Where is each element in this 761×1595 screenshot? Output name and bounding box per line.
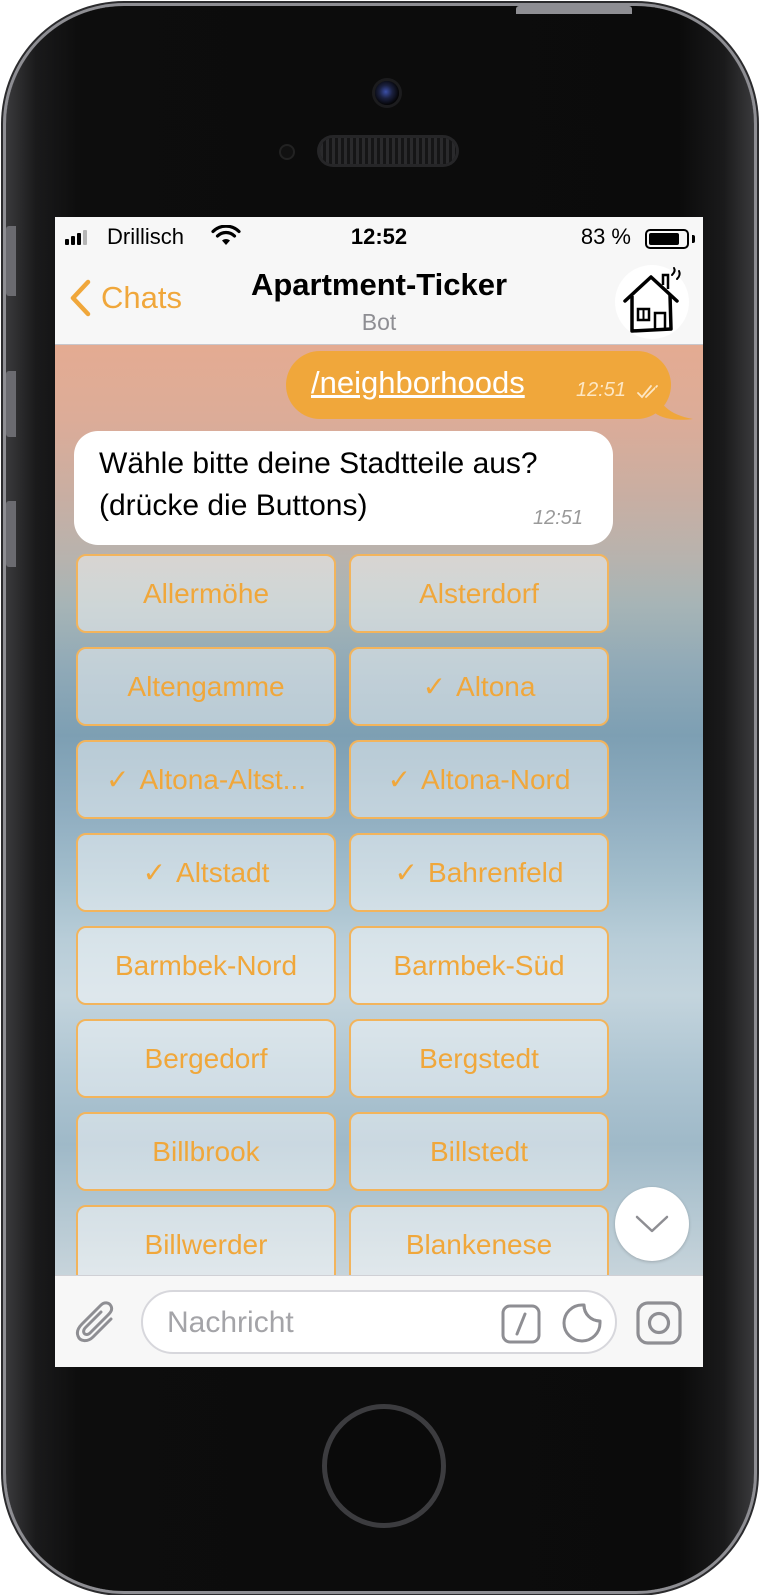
battery-percent: 83 % [580, 224, 631, 249]
earpiece-speaker [320, 138, 456, 164]
keyboard-button-label: Billstedt [429, 1135, 529, 1167]
chat-area[interactable]: /neighborhoods 12:51 Wähle bitte deine S… [55, 345, 703, 1275]
bot-command-icon[interactable] [501, 1304, 541, 1344]
keyboard-button-label: Altona-Altst... [139, 763, 306, 795]
mute-switch [6, 226, 16, 296]
keyboard-button[interactable]: ✓ Bahrenfeld [349, 833, 609, 912]
check-icon: ✓ [387, 764, 412, 795]
keyboard-button-label: Alsterdorf [419, 577, 539, 609]
keyboard-button[interactable]: ✓ Altona-Nord [349, 740, 609, 819]
battery-icon [645, 229, 689, 249]
keyboard-button-label: Bahrenfeld [428, 856, 564, 888]
message-time: 12:51 [533, 507, 584, 529]
keyboard-button[interactable]: ✓ Altona [349, 647, 609, 726]
keyboard-button-label: Bergedorf [144, 1042, 268, 1074]
check-icon: ✓ [394, 857, 419, 888]
keyboard-button[interactable]: Billbrook [76, 1112, 336, 1191]
chevron-down-icon [635, 1215, 669, 1233]
house-icon [623, 267, 681, 333]
keyboard-button-label: Altona-Nord [421, 763, 571, 795]
keyboard-button-label: Barmbek-Nord [114, 949, 298, 981]
status-bar: Drillisch 12:52 83 % [55, 217, 703, 257]
power-button [516, 6, 632, 14]
chat-header: Chats Apartment-Ticker Bot [55, 257, 703, 345]
keyboard-button[interactable]: Bergstedt [349, 1019, 609, 1098]
chat-title[interactable]: Apartment-Ticker [55, 267, 703, 303]
input-placeholder: Nachricht [167, 1306, 294, 1339]
keyboard-button[interactable]: Barmbek-Süd [349, 926, 609, 1005]
keyboard-button[interactable]: ✓ Altona-Altst... [76, 740, 336, 819]
message-time: 12:51 [576, 379, 627, 401]
bubble-tail [655, 385, 693, 420]
keyboard-button[interactable]: Barmbek-Nord [76, 926, 336, 1005]
keyboard-button[interactable]: Bergedorf [76, 1019, 336, 1098]
bot-house-avatar[interactable] [615, 265, 689, 339]
check-icon: ✓ [106, 764, 130, 795]
keyboard-button[interactable]: ✓ Altstadt [76, 833, 336, 912]
keyboard-button[interactable]: Alsterdorf [349, 554, 609, 633]
incoming-message[interactable]: Wähle bitte deine Stadtteile aus? (drück… [74, 431, 613, 545]
proximity-sensor [281, 146, 293, 158]
keyboard-button[interactable]: Billstedt [349, 1112, 609, 1191]
message-text: Wähle bitte deine Stadtteile aus? (drück… [99, 447, 538, 522]
home-button[interactable] [322, 1404, 446, 1528]
keyboard-button-label: Billbrook [152, 1135, 260, 1167]
keyboard-button-label: Billwerder [144, 1228, 268, 1260]
chat-subtitle: Bot [361, 309, 397, 335]
keyboard-button-label: Blankenese [405, 1228, 553, 1260]
front-camera [375, 81, 399, 105]
keyboard-button-label: Altona [456, 670, 536, 702]
keyboard-button[interactable]: Blankenese [349, 1205, 609, 1275]
camera-icon[interactable] [635, 1300, 683, 1346]
message-input[interactable]: Nachricht [141, 1290, 617, 1354]
keyboard-button[interactable]: Allermöhe [76, 554, 336, 633]
keyboard-button[interactable]: Altengamme [76, 647, 336, 726]
sticker-icon[interactable] [561, 1302, 603, 1344]
outgoing-message[interactable]: /neighborhoods 12:51 [286, 351, 671, 419]
keyboard-button[interactable]: Billwerder [76, 1205, 336, 1275]
battery-tip [692, 235, 695, 243]
keyboard-button-label: Barmbek-Süd [393, 949, 565, 981]
check-icon: ✓ [422, 671, 447, 702]
volume-down-button [6, 501, 16, 567]
battery-level [649, 233, 679, 245]
command-link[interactable]: /neighborhoods [311, 365, 525, 401]
check-icon: ✓ [142, 857, 167, 888]
volume-up-button [6, 371, 16, 437]
message-input-bar: Nachricht [55, 1275, 703, 1367]
attach-paperclip-icon[interactable] [75, 1299, 121, 1347]
keyboard-button-label: Allermöhe [142, 577, 270, 609]
screen: Drillisch 12:52 83 % Chats Apartment-Tic… [55, 217, 703, 1367]
keyboard-button-label: Altstadt [176, 856, 270, 888]
keyboard-button-label: Bergstedt [419, 1042, 539, 1074]
scroll-down-button[interactable] [615, 1187, 689, 1261]
keyboard-button-label: Altengamme [127, 670, 285, 702]
